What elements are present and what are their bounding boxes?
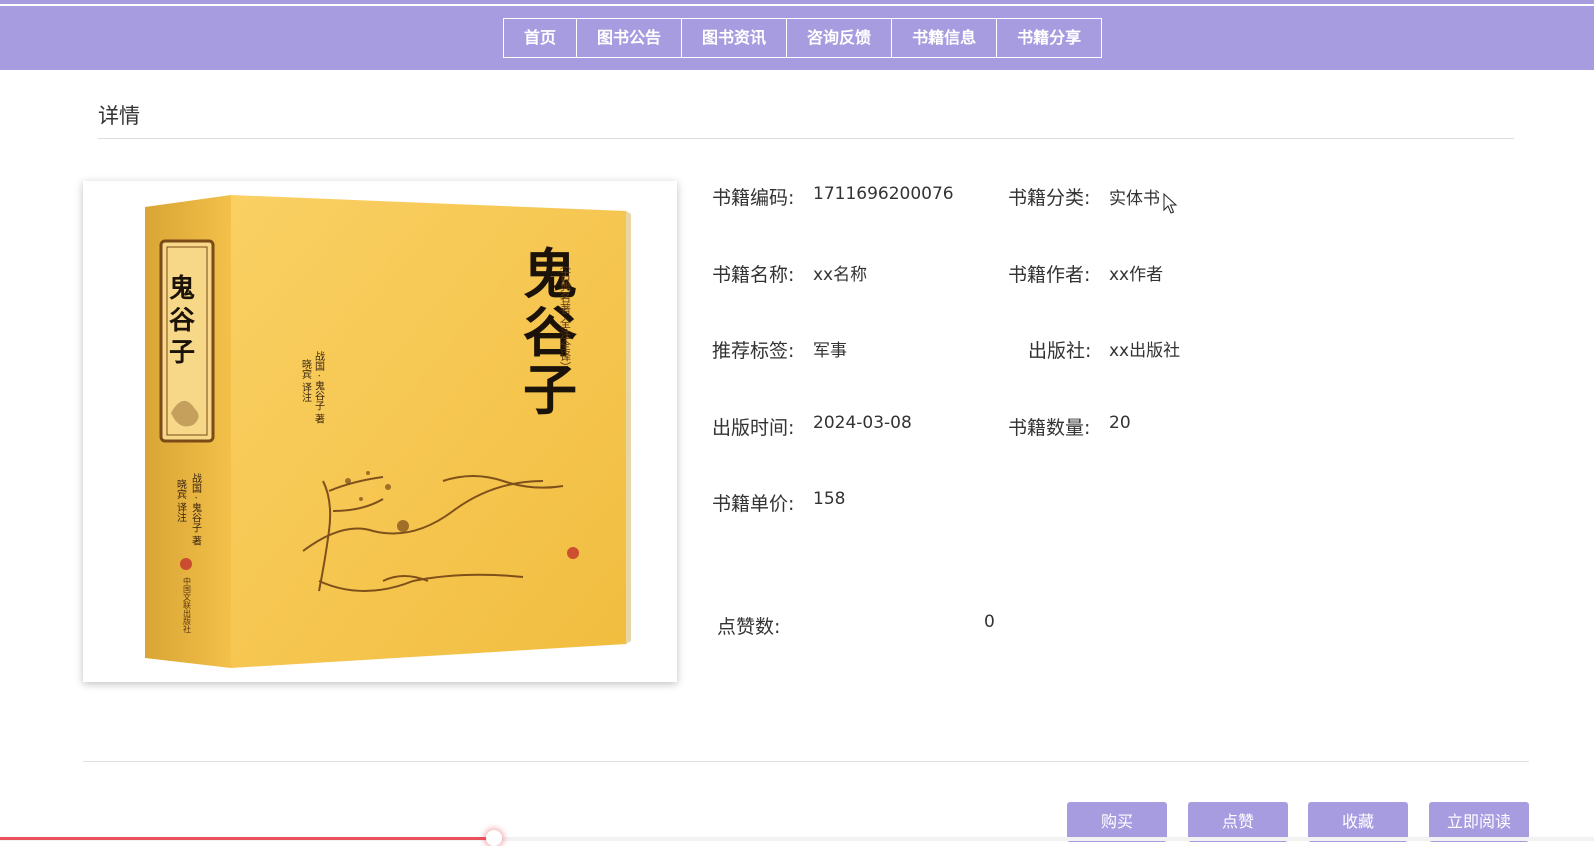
content-divider [83,761,1529,762]
spine-title-char-1: 鬼 [169,273,195,304]
spine-title-char-2: 谷 [169,306,196,336]
favorite-button[interactable]: 收藏 [1308,802,1408,842]
field-value-code: 1711696200076 [813,184,954,204]
field-label-name: 书籍名称: [712,264,795,286]
nav-item-book-share[interactable]: 书籍分享 [997,19,1101,57]
field-label-quantity: 书籍数量: [1008,417,1091,439]
spine-publisher: 中国文联出版社 [183,576,192,634]
field-value-tag: 军事 [813,341,847,361]
field-label-category: 书籍分类: [1008,187,1091,209]
field-value-category: 实体书 [1109,189,1160,209]
page-progress-fill [0,837,494,840]
nav-item-book-notices[interactable]: 图书公告 [577,19,683,57]
field-label-likes: 点赞数: [717,616,781,638]
field-label-code: 书籍编码: [712,187,795,209]
nav-item-book-info[interactable]: 书籍信息 [892,19,998,57]
cover-translator: 晓宾 译注 [300,359,312,402]
nav-menu: 首页 图书公告 图书资讯 咨询反馈 书籍信息 书籍分享 [503,18,1103,58]
cover-series: （古典名著 全注全译） [559,259,572,373]
field-label-author: 书籍作者: [1008,264,1091,286]
field-label-publisher: 出版社: [1028,340,1092,362]
field-value-pub-date: 2024-03-08 [813,413,912,433]
field-value-likes: 0 [984,612,995,632]
title-divider [98,138,1514,139]
page-title: 详情 [98,104,140,128]
field-value-publisher: xx出版社 [1109,341,1181,361]
spine-author: 战国 · 鬼谷子 著 [190,473,202,546]
field-value-quantity: 20 [1109,413,1131,433]
book-cover-image: 鬼 谷 子 （古典名著 全注全译） 战国 · 鬼谷子 著 晓宾 译注 鬼 谷 子… [83,181,677,682]
buy-button[interactable]: 购买 [1067,802,1167,842]
field-value-author: xx作者 [1109,265,1164,285]
read-now-button[interactable]: 立即阅读 [1429,802,1529,842]
cover-author: 战国 · 鬼谷子 著 [313,351,325,424]
like-button[interactable]: 点赞 [1188,802,1288,842]
field-value-name: xx名称 [813,265,868,285]
spine-translator: 晓宾 译注 [175,479,187,522]
nav-item-feedback[interactable]: 咨询反馈 [787,19,893,57]
page-progress-handle[interactable] [486,830,502,846]
nav-item-book-news[interactable]: 图书资讯 [682,19,788,57]
field-value-price: 158 [813,489,846,509]
field-label-pub-date: 出版时间: [712,417,795,439]
mouse-cursor-icon [1163,193,1178,214]
field-label-tag: 推荐标签: [712,340,795,362]
nav-item-home[interactable]: 首页 [504,19,578,57]
spine-title-char-3: 子 [169,338,195,368]
navbar: 首页 图书公告 图书资讯 咨询反馈 书籍信息 书籍分享 [0,6,1594,70]
book-cover-illustration: 鬼 谷 子 （古典名著 全注全译） 战国 · 鬼谷子 著 晓宾 译注 鬼 谷 子… [145,195,631,668]
field-label-price: 书籍单价: [712,493,795,515]
